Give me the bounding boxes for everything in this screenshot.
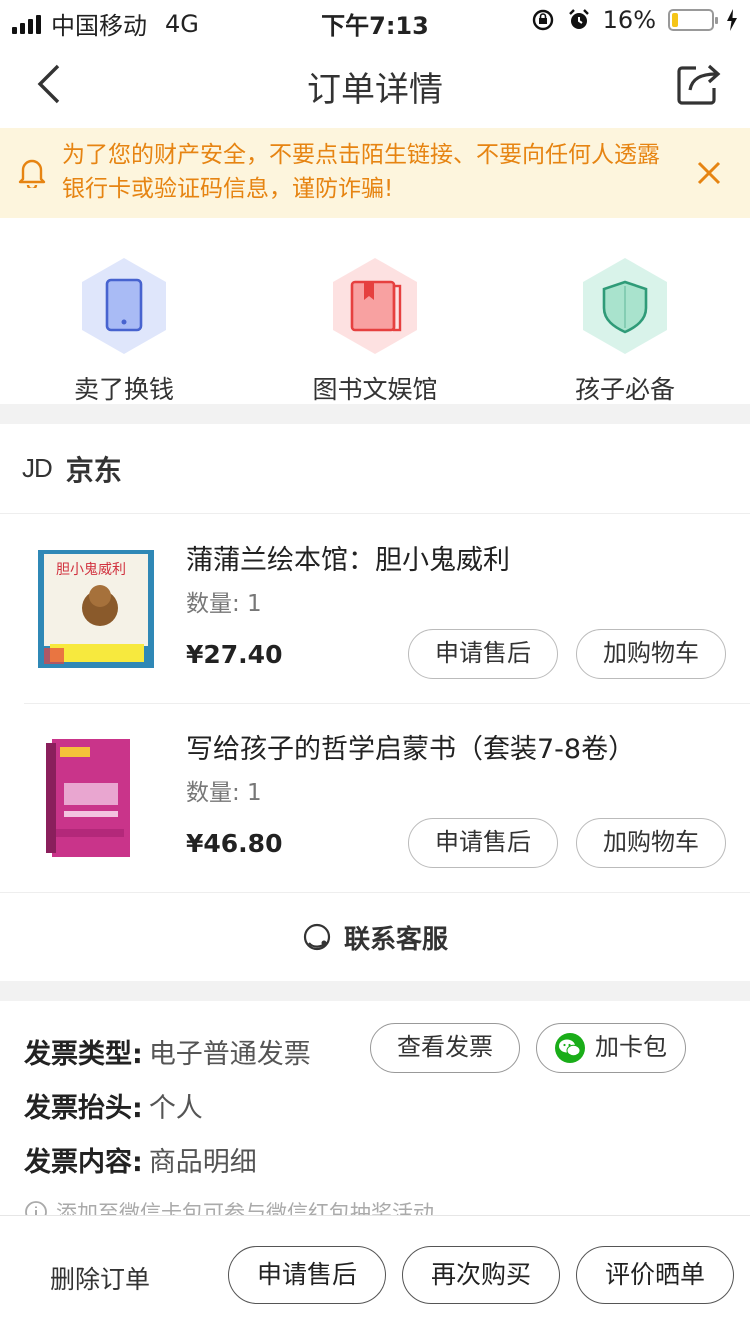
product-quantity: 数量: 1 — [186, 591, 262, 617]
invoice-type-key: 发票类型: — [24, 1039, 143, 1070]
battery-percent: 16% — [602, 6, 656, 34]
book-icon — [333, 258, 417, 354]
product-title[interactable]: 蒲蒲兰绘本馆：胆小鬼威利 — [186, 538, 510, 577]
after-sale-button[interactable]: 申请售后 — [408, 629, 558, 679]
product-cover-image — [46, 739, 130, 857]
product-price: ¥27.40 — [186, 640, 283, 669]
order-items-card: JD 京东 胆小鬼威利 蒲蒲兰绘本馆：胆小鬼威利 数量: 1 ¥27.40 申请… — [0, 424, 750, 981]
bell-icon — [18, 159, 46, 188]
bottom-action-bar: 删除订单 申请售后 再次购买 评价晒单 — [0, 1215, 750, 1334]
delete-order-button[interactable]: 删除订单 — [50, 1260, 150, 1296]
safety-notice-text: 为了您的财产安全，不要点击陌生链接、不要向任何人透露银行卡或验证码信息，谨防诈骗… — [62, 142, 660, 202]
add-to-cart-button[interactable]: 加购物车 — [576, 629, 726, 679]
nav-bar: 订单详情 — [0, 40, 750, 128]
wechat-icon — [555, 1033, 585, 1063]
jd-logo: JD — [22, 453, 53, 483]
invoice-content-row: 发票内容: 商品明细 — [24, 1140, 257, 1179]
invoice-type-row: 发票类型: 电子普通发票 — [24, 1032, 311, 1071]
wallet-tip-text: 添加至微信卡包可参与微信红包抽奖活动 — [56, 1201, 434, 1215]
quick-link-label: 卖了换钱 — [73, 375, 174, 404]
invoice-content-value: 商品明细 — [148, 1147, 257, 1178]
product-price: ¥46.80 — [186, 829, 283, 858]
view-invoice-button[interactable]: 查看发票 — [370, 1023, 520, 1073]
share-icon[interactable] — [676, 60, 722, 106]
quick-link-label: 孩子必备 — [574, 375, 675, 404]
rotation-lock-icon — [532, 9, 553, 31]
product-item[interactable]: 写给孩子的哲学启蒙书（套装7-8卷） 数量: 1 ¥46.80 申请售后 加购物… — [0, 703, 750, 891]
product-item[interactable]: 胆小鬼威利 蒲蒲兰绘本馆：胆小鬼威利 数量: 1 ¥27.40 申请售后 加购物… — [0, 514, 750, 702]
charging-bolt-icon — [727, 9, 737, 31]
product-quantity: 数量: 1 — [186, 780, 262, 806]
invoice-content-key: 发票内容: — [24, 1147, 143, 1178]
add-to-wallet-label: 加卡包 — [595, 1033, 667, 1061]
quick-link-sell[interactable]: 卖了换钱 — [24, 256, 224, 406]
add-to-wallet-button[interactable]: 加卡包 — [536, 1023, 686, 1073]
customer-service-icon — [303, 923, 331, 951]
quick-link-kids[interactable]: 孩子必备 — [525, 256, 725, 406]
close-icon[interactable] — [694, 158, 724, 188]
quick-links: 卖了换钱 图书文娱馆 孩子必备 — [0, 218, 750, 404]
wallet-tip: 添加至微信卡包可参与微信红包抽奖活动 — [24, 1197, 434, 1215]
tablet-icon — [82, 258, 166, 354]
alarm-icon — [568, 9, 589, 29]
after-sale-button[interactable]: 申请售后 — [408, 818, 558, 868]
info-icon — [25, 1201, 47, 1215]
safety-notice-banner: 为了您的财产安全，不要点击陌生链接、不要向任何人透露银行卡或验证码信息，谨防诈骗… — [0, 128, 750, 218]
status-bar: 中国移动 4G 下午7:13 16% — [0, 0, 750, 40]
product-title[interactable]: 写给孩子的哲学启蒙书（套装7-8卷） — [186, 727, 635, 766]
invoice-title-value: 个人 — [148, 1093, 203, 1124]
invoice-type-value: 电子普通发票 — [148, 1039, 311, 1070]
page-title: 订单详情 — [307, 70, 443, 110]
buy-again-button[interactable]: 再次购买 — [402, 1246, 560, 1304]
battery-icon — [668, 9, 718, 31]
store-header[interactable]: JD 京东 — [0, 424, 750, 514]
quick-link-books[interactable]: 图书文娱馆 — [275, 256, 475, 406]
contact-service-label: 联系客服 — [343, 924, 448, 955]
quick-link-label: 图书文娱馆 — [312, 375, 438, 404]
review-button[interactable]: 评价晒单 — [576, 1246, 734, 1304]
shield-icon — [583, 258, 667, 354]
apply-after-sale-button[interactable]: 申请售后 — [228, 1246, 386, 1304]
contact-service-button[interactable]: 联系客服 — [0, 892, 750, 981]
invoice-section: 发票类型: 电子普通发票 查看发票 加卡包 发票抬头: 个人 发票内容: 商品明细 添… — [0, 1001, 750, 1215]
add-to-cart-button[interactable]: 加购物车 — [576, 818, 726, 868]
invoice-title-key: 发票抬头: — [24, 1093, 143, 1124]
invoice-title-row: 发票抬头: 个人 — [24, 1086, 203, 1125]
svg-text:胆小鬼威利: 胆小鬼威利 — [56, 562, 126, 578]
product-cover-image: 胆小鬼威利 — [38, 550, 154, 668]
store-name: 京东 — [65, 453, 122, 487]
